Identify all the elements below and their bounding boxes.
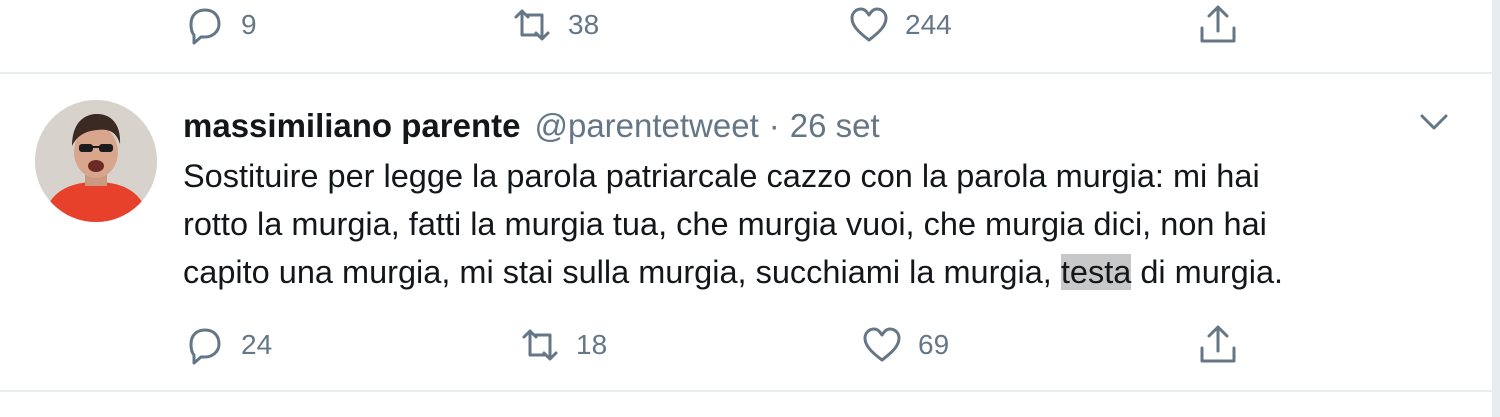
like-count: 244 [905,9,952,40]
previous-tweet-actions: 9 38 244 [0,0,1400,50]
retweet-icon [522,329,558,361]
user-handle[interactable]: @parentetweet [534,107,758,145]
tweet-text-line: Sostituire per legge la parola patriarca… [183,158,1260,194]
heart-icon [850,7,888,42]
reply-count: 9 [241,9,257,40]
retweet-count: 38 [568,9,600,40]
reply-icon [189,8,221,45]
tweet-text-segment: di murgia. [1131,254,1284,290]
display-name[interactable]: massimiliano parente [183,107,520,145]
tweet-divider [0,390,1492,392]
avatar-photo [35,100,157,222]
retweet-button[interactable]: 38 [510,0,599,50]
chevron-down-icon [1420,114,1448,130]
tweet-text-line: capito una murgia, mi stai sulla murgia,… [183,248,1463,296]
reply-count: 24 [241,329,273,360]
like-button[interactable]: 69 [860,320,949,370]
tweet-date[interactable]: 26 set [790,107,880,145]
tweet-text-line: rotto la murgia, fatti la murgia tua, ch… [183,206,1267,242]
tweet-divider [0,72,1492,74]
share-icon [1200,5,1236,43]
tweet-text: Sostituire per legge la parola patriarca… [183,152,1463,296]
tweet-actions: 24 18 69 [0,320,1400,370]
selected-text: testa [1060,254,1132,290]
tweet-text-segment: capito una murgia, mi stai sulla murgia,… [183,254,1061,290]
tweet-header: massimiliano parente @parentetweet · 26 … [183,104,880,148]
share-button[interactable] [1196,0,1240,50]
retweet-count: 18 [576,329,608,360]
reply-icon [189,328,221,365]
more-options-button[interactable] [1412,100,1456,144]
share-button[interactable] [1196,320,1240,370]
reply-button[interactable]: 24 [183,320,272,370]
heart-icon [863,327,901,362]
reply-button[interactable]: 9 [183,0,257,50]
avatar[interactable] [35,100,157,222]
like-button[interactable]: 244 [847,0,952,50]
retweet-icon [514,9,550,41]
like-count: 69 [918,329,950,360]
header-separator: · [768,107,780,144]
retweet-button[interactable]: 18 [518,320,607,370]
scroll-edge [1492,0,1500,417]
share-icon [1200,325,1236,363]
